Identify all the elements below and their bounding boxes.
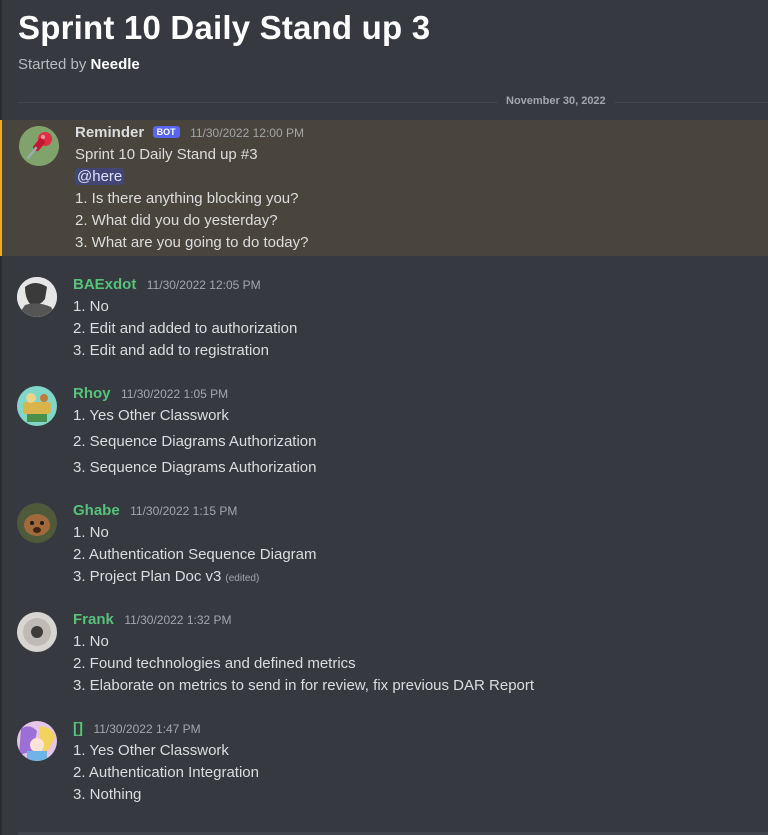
message-frank[interactable]: Frank 11/30/2022 1:32 PM 1. No 2. Found … <box>0 607 768 703</box>
author-name[interactable]: [] <box>73 720 83 737</box>
author-name[interactable]: BAExdot <box>73 276 136 293</box>
thread-title: Sprint 10 Daily Stand up 3 <box>18 9 431 46</box>
started-by: Started by Needle <box>18 56 140 73</box>
message-line: 2. Found technologies and defined metric… <box>73 655 356 672</box>
author-name[interactable]: Frank <box>73 611 114 628</box>
avatar[interactable] <box>17 277 57 317</box>
message-line: 1. Is there anything blocking you? <box>75 190 299 207</box>
user-photo-icon <box>17 612 57 652</box>
message-line: Sprint 10 Daily Stand up #3 <box>75 146 258 163</box>
timestamp: 11/30/2022 12:05 PM <box>146 278 261 292</box>
message-line: 1. No <box>73 298 109 315</box>
message-line: 1. No <box>73 524 109 541</box>
avatar[interactable] <box>17 612 57 652</box>
avatar[interactable] <box>17 503 57 543</box>
message-line-edited: 3. Project Plan Doc v3 (edited) <box>73 568 259 585</box>
avatar[interactable] <box>17 386 57 426</box>
date-divider-label: November 30, 2022 <box>498 95 614 107</box>
avatar[interactable] <box>19 126 59 166</box>
message-line: 1. Yes Other Classwork <box>73 407 229 424</box>
message-text: 3. Project Plan Doc v3 <box>73 568 222 585</box>
message-line: 1. No <box>73 633 109 650</box>
timestamp: 11/30/2022 1:47 PM <box>93 722 201 736</box>
user-photo-icon <box>17 721 57 761</box>
timestamp: 11/30/2022 1:15 PM <box>130 504 238 518</box>
thread-header: Sprint 10 Daily Stand up 3 <box>18 8 430 48</box>
message-reminder[interactable]: Reminder BOT 11/30/2022 12:00 PM Sprint … <box>0 120 768 256</box>
timestamp: 11/30/2022 1:05 PM <box>120 387 229 401</box>
message-line: 3. Edit and add to registration <box>73 342 269 359</box>
user-photo-icon <box>17 277 57 317</box>
message-baexdot[interactable]: BAExdot 11/30/2022 12:05 PM 1. No 2. Edi… <box>0 272 768 368</box>
message-line: 2. Edit and added to authorization <box>73 320 298 337</box>
started-by-name[interactable]: Needle <box>91 56 140 73</box>
timestamp: 11/30/2022 1:32 PM <box>124 613 232 627</box>
here-mention[interactable]: @here <box>75 168 125 185</box>
message-line: 3. What are you going to do today? <box>75 234 309 251</box>
message-line: 2. Sequence Diagrams Authorization <box>73 433 317 450</box>
user-photo-icon <box>17 503 57 543</box>
mention-line: @here <box>75 168 125 185</box>
message-line: 1. Yes Other Classwork <box>73 742 229 759</box>
message-line: 3. Nothing <box>73 786 142 803</box>
message-line: 2. Authentication Sequence Diagram <box>73 546 317 563</box>
message-line: 2. What did you do yesterday? <box>75 212 278 229</box>
started-by-prefix: Started by <box>18 56 87 73</box>
bot-tag: BOT <box>152 126 180 138</box>
date-divider-line <box>18 102 768 103</box>
message-line: 3. Elaborate on metrics to send in for r… <box>73 677 535 694</box>
message-brackets[interactable]: [] 11/30/2022 1:47 PM 1. Yes Other Class… <box>0 716 768 812</box>
timestamp: 11/30/2022 12:00 PM <box>190 126 304 140</box>
pushpin-icon <box>19 126 59 166</box>
edited-label: (edited) <box>225 573 260 584</box>
message-rhoy[interactable]: Rhoy 11/30/2022 1:05 PM 1. Yes Other Cla… <box>0 381 768 485</box>
user-photo-icon <box>17 386 57 426</box>
author-name[interactable]: Rhoy <box>73 385 111 402</box>
message-ghabe[interactable]: Ghabe 11/30/2022 1:15 PM 1. No 2. Authen… <box>0 498 768 594</box>
author-name[interactable]: Ghabe <box>73 502 120 519</box>
avatar[interactable] <box>17 721 57 761</box>
message-line: 3. Sequence Diagrams Authorization <box>73 459 317 476</box>
author-name[interactable]: Reminder <box>75 124 144 141</box>
message-line: 2. Authentication Integration <box>73 764 259 781</box>
